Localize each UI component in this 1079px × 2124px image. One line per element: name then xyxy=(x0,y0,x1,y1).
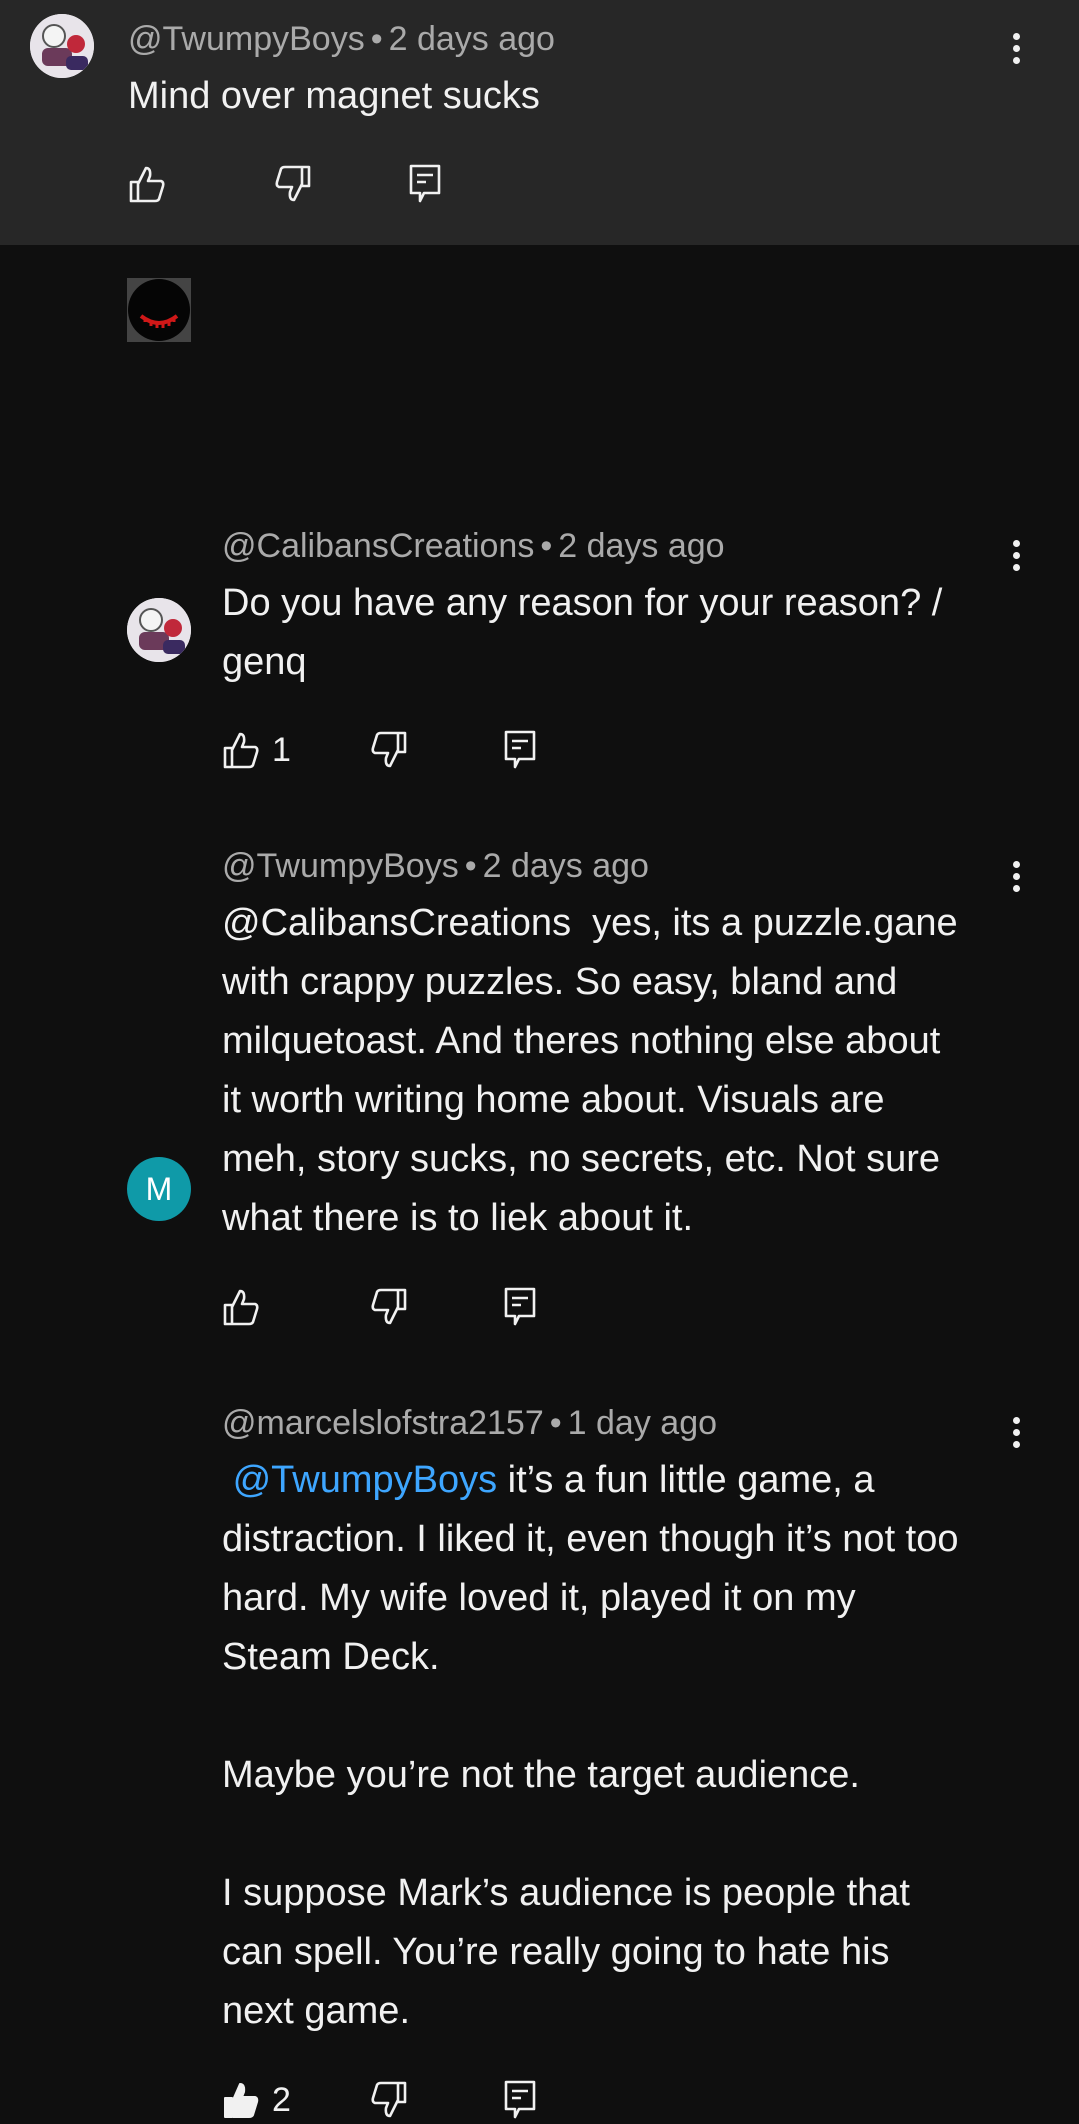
comment-time[interactable]: 2 days ago xyxy=(483,847,649,885)
thumb-up-filled-icon xyxy=(224,2083,259,2118)
avatar-image xyxy=(30,14,94,78)
thumb-down-icon xyxy=(275,165,311,202)
more-vert-icon[interactable] xyxy=(1001,1412,1031,1456)
comment-text: Do you have any reason for your reason? … xyxy=(222,582,943,683)
highlighted-comment: @TwumpyBoys • 2 days ago Mind over magnet … xyxy=(0,0,1079,245)
reply-icon xyxy=(504,1287,536,1326)
thumb-down-icon xyxy=(371,1288,407,1325)
dislike-button[interactable] xyxy=(370,726,408,774)
thumb-up-icon xyxy=(129,166,165,203)
avatar-image xyxy=(127,598,191,662)
comment-meta: @CalibansCreations • 2 days ago xyxy=(222,527,725,566)
comment-time[interactable]: 2 days ago xyxy=(389,20,555,58)
mention-link[interactable]: @TwumpyBoys xyxy=(233,1459,498,1501)
more-vert-icon[interactable] xyxy=(1001,856,1031,900)
comment-text: @TwumpyBoys it’s a fun little game, a di… xyxy=(222,1451,1042,2041)
comment-meta: @marcelslofstra2157 • 1 day ago xyxy=(222,1404,717,1443)
author-name[interactable]: @TwumpyBoys xyxy=(128,20,365,58)
avatar[interactable] xyxy=(127,598,191,662)
like-count: 2 xyxy=(272,2080,291,2119)
comment-time[interactable]: 2 days ago xyxy=(558,527,724,565)
avatar[interactable] xyxy=(127,278,191,342)
reply-button[interactable] xyxy=(503,726,537,774)
thumb-down-icon xyxy=(371,731,407,768)
meta-separator: • xyxy=(540,527,553,565)
reply-icon xyxy=(409,164,441,203)
comment-meta: @TwumpyBoys • 2 days ago xyxy=(222,847,649,886)
thumb-up-icon xyxy=(223,732,259,769)
comment-meta: @TwumpyBoys • 2 days ago xyxy=(128,20,555,59)
reply-button[interactable] xyxy=(503,2076,537,2124)
like-count: 1 xyxy=(272,730,291,769)
meta-separator: • xyxy=(464,847,477,885)
thumb-up-icon xyxy=(223,1289,259,1326)
reply-icon xyxy=(504,2080,536,2119)
like-button[interactable] xyxy=(222,1283,272,1331)
dislike-button[interactable] xyxy=(370,2076,408,2124)
reply-button[interactable] xyxy=(408,160,442,208)
author-name[interactable]: @TwumpyBoys xyxy=(222,847,459,885)
reply-icon xyxy=(504,730,536,769)
avatar-image xyxy=(127,278,191,342)
thumb-down-icon xyxy=(371,2081,407,2118)
comment-body: it’s a fun little game, a distraction. I… xyxy=(222,1459,959,2032)
dislike-button[interactable] xyxy=(370,1283,408,1331)
avatar-letter: M xyxy=(145,1170,173,1207)
more-vert-icon[interactable] xyxy=(1001,28,1031,72)
comment-text: Mind over magnet sucks xyxy=(128,75,540,117)
like-button[interactable] xyxy=(128,160,178,208)
comment-time[interactable]: 1 day ago xyxy=(568,1404,717,1442)
reply-button[interactable] xyxy=(503,1283,537,1331)
meta-separator: • xyxy=(549,1404,562,1442)
author-name[interactable]: @marcelslofstra2157 xyxy=(222,1404,544,1442)
author-name[interactable]: @CalibansCreations xyxy=(222,527,534,565)
avatar[interactable]: M xyxy=(127,1157,191,1221)
meta-separator: • xyxy=(370,20,383,58)
like-button[interactable]: 1 xyxy=(222,726,291,774)
avatar[interactable] xyxy=(30,14,94,78)
dislike-button[interactable] xyxy=(274,160,312,208)
like-button[interactable]: 2 xyxy=(222,2076,291,2124)
more-vert-icon[interactable] xyxy=(1001,535,1031,579)
comment-text: @CalibansCreations yes, its a puzzle.gan… xyxy=(222,902,958,1239)
